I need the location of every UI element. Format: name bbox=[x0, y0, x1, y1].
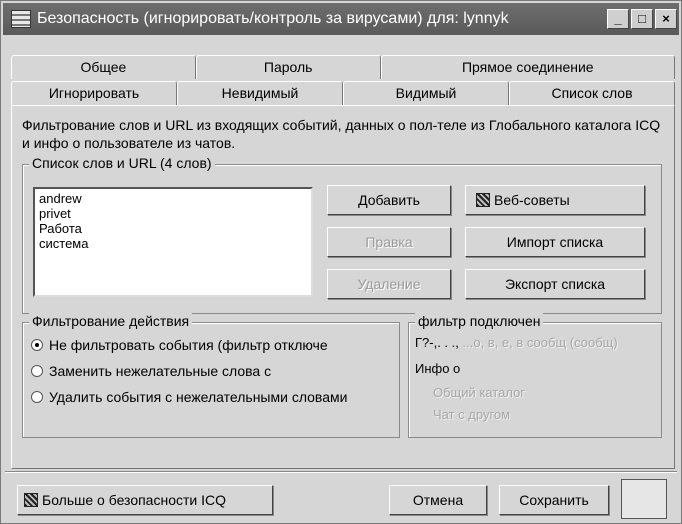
tab-word-list[interactable]: Список слов bbox=[509, 81, 675, 105]
minimize-button[interactable]: _ bbox=[607, 9, 629, 29]
filter-line-catalog: Общий каталог bbox=[433, 385, 526, 400]
radio-replace-words[interactable]: Заменить нежелательные слова с bbox=[31, 361, 271, 381]
cancel-button[interactable]: Отмена bbox=[389, 485, 487, 515]
list-item[interactable]: privet bbox=[39, 206, 307, 221]
tab-general[interactable]: Общее bbox=[11, 55, 196, 79]
gift-icon bbox=[24, 493, 38, 507]
more-security-button[interactable]: Больше о безопасности ICQ bbox=[17, 485, 273, 515]
filter-line-messages: Г?-,. . ., ...о, в, е, в сообщ (сообщ) bbox=[415, 335, 618, 350]
word-list-legend: Список слов и URL (4 слов) bbox=[29, 155, 215, 171]
web-tips-button[interactable]: Веб-советы bbox=[465, 185, 645, 215]
title-bar[interactable]: Безопасность (игнорировать/контроль за в… bbox=[3, 3, 679, 35]
edit-button[interactable]: Правка bbox=[327, 227, 451, 257]
radio-delete-events[interactable]: Удалить события с нежелательными словами bbox=[31, 387, 347, 407]
list-item[interactable]: andrew bbox=[39, 191, 307, 206]
tab-row-1: Общее Пароль Прямое соединение bbox=[11, 55, 675, 79]
add-button[interactable]: Добавить bbox=[327, 185, 451, 215]
radio-button[interactable] bbox=[31, 391, 43, 403]
export-list-button[interactable]: Экспорт списка bbox=[465, 269, 645, 299]
radio-replace-words-label: Заменить нежелательные слова с bbox=[49, 363, 272, 379]
radio-no-filter[interactable]: Не фильтровать события (фильтр отключе bbox=[31, 335, 328, 355]
filter-action-legend: Фильтрование действия bbox=[29, 313, 193, 329]
radio-delete-events-label: Удалить события с нежелательными словами bbox=[49, 389, 348, 405]
tab-row-2: Игнорировать Невидимый Видимый Список сл… bbox=[11, 81, 675, 105]
save-button[interactable]: Сохранить bbox=[499, 485, 609, 515]
footer-divider bbox=[5, 471, 677, 472]
gift-icon bbox=[476, 193, 490, 207]
word-list-panel: Фильтрование слов и URL из входящих собы… bbox=[11, 105, 675, 469]
window-title: Безопасность (игнорировать/контроль за в… bbox=[37, 10, 509, 27]
word-list-group: Список слов и URL (4 слов) andrew privet… bbox=[22, 155, 662, 314]
tab-direct-connection[interactable]: Прямое соединение bbox=[380, 55, 675, 79]
radio-button[interactable] bbox=[31, 365, 43, 377]
filter-enabled-legend: фильтр подключен bbox=[415, 313, 544, 329]
filter-line-info[interactable]: Инфо о bbox=[415, 361, 460, 376]
list-item[interactable]: система bbox=[39, 236, 307, 251]
filter-enabled-group: фильтр подключен Г?-,. . ., ...о, в, е, … bbox=[408, 313, 662, 438]
word-list-box[interactable]: andrew privet Работа система bbox=[33, 187, 313, 297]
more-security-label: Больше о безопасности ICQ bbox=[42, 492, 226, 508]
radio-button-selected[interactable] bbox=[31, 339, 43, 351]
web-tips-label: Веб-советы bbox=[494, 192, 570, 208]
filter-line-chat: Чат с другом bbox=[433, 407, 511, 422]
security-window: Безопасность (игнорировать/контроль за в… bbox=[0, 0, 682, 524]
filter-description: Фильтрование слов и URL из входящих собы… bbox=[22, 117, 661, 151]
list-item[interactable]: Работа bbox=[39, 221, 307, 236]
maximize-button[interactable]: □ bbox=[631, 9, 653, 29]
filter-line-messages-faint: ...о, в, е, в сообщ (сообщ) bbox=[462, 335, 618, 350]
tab-strip: Общее Пароль Прямое соединение Игнориров… bbox=[11, 55, 675, 105]
resize-grip[interactable] bbox=[621, 479, 667, 519]
app-icon bbox=[11, 10, 31, 28]
filter-action-group: Фильтрование действия Не фильтровать соб… bbox=[22, 313, 400, 438]
delete-button[interactable]: Удаление bbox=[327, 269, 451, 299]
tab-invisible[interactable]: Невидимый bbox=[177, 81, 343, 105]
tab-password[interactable]: Пароль bbox=[195, 55, 381, 79]
close-button[interactable]: × bbox=[655, 9, 677, 29]
tab-ignore[interactable]: Игнорировать bbox=[11, 81, 177, 105]
tab-visible[interactable]: Видимый bbox=[343, 81, 509, 105]
import-list-button[interactable]: Импорт списка bbox=[465, 227, 645, 257]
radio-no-filter-label: Не фильтровать события (фильтр отключе bbox=[49, 337, 328, 353]
filter-line-messages-text: Г?-,. . ., bbox=[415, 335, 459, 350]
